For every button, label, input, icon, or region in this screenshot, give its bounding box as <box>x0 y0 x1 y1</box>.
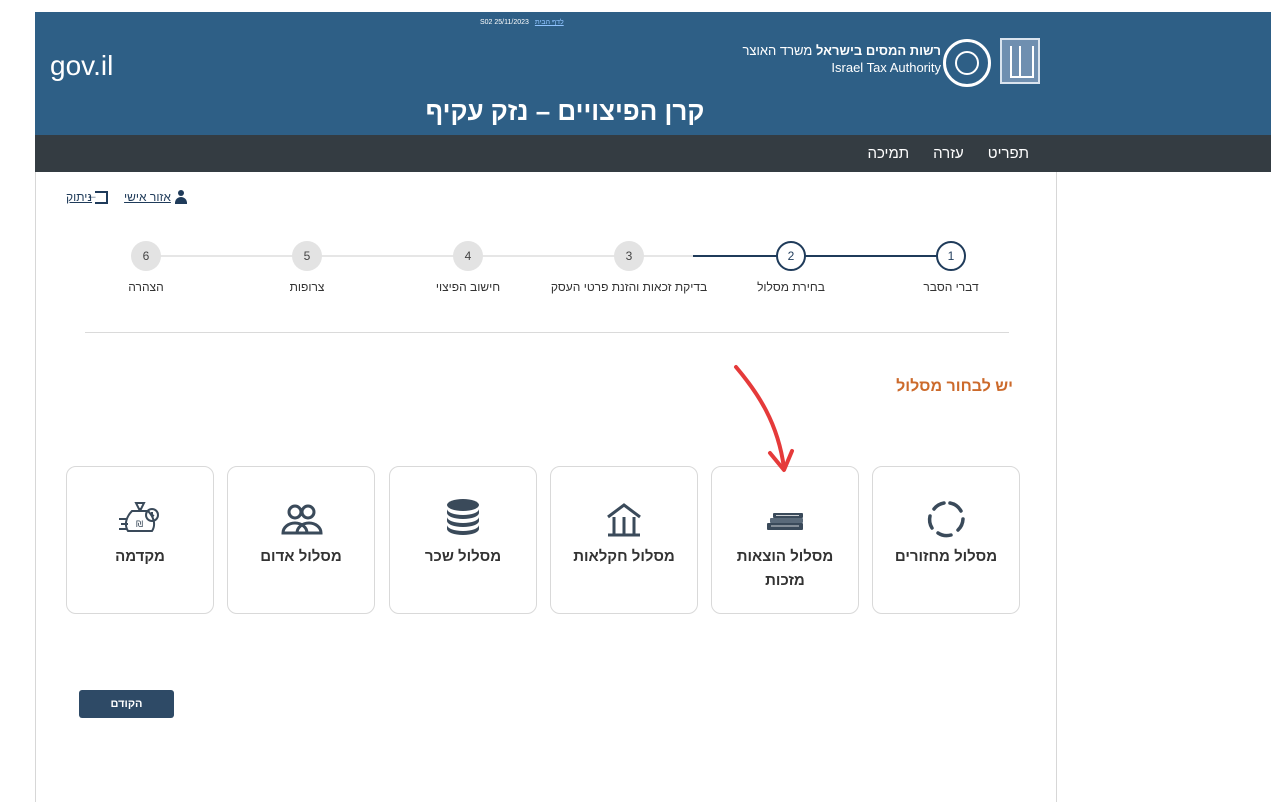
card-red-route[interactable]: מסלול אדום <box>227 466 375 614</box>
nav-menu[interactable]: תפריט <box>988 145 1029 162</box>
card-expenses-label: מסלול הוצאות מזכות <box>736 548 834 589</box>
build-date: S02 25/11/2023 <box>480 19 529 26</box>
stepper-divider <box>85 332 1009 333</box>
card-salary-label: מסלול שכר <box>424 548 502 565</box>
card-salary-route[interactable]: מסלול שכר <box>389 466 537 614</box>
step-6-label: הצהרה <box>128 280 164 294</box>
main-navbar: תפריט עזרה תמיכה <box>35 135 1271 172</box>
card-agriculture-label: מסלול חקלאות <box>573 548 675 565</box>
step-2-label: בחירת מסלול <box>757 280 825 294</box>
circular-arrows-icon <box>927 501 965 538</box>
house-icon <box>607 503 641 537</box>
step-2[interactable]: 2 <box>776 241 806 271</box>
coins-icon <box>447 499 479 535</box>
step-3-label: בדיקת זכאות והזנת פרטי העסק <box>550 280 708 294</box>
state-emblem-icon <box>1000 38 1040 84</box>
nav-support[interactable]: תמיכה <box>867 145 909 162</box>
card-red-route-label: מסלול אדום <box>260 548 342 565</box>
previous-button[interactable]: הקודם <box>79 690 174 718</box>
main-content: ניתוק אזור אישי 1 דברי הסבר 2 בחירת מסלו… <box>35 172 1057 802</box>
card-expenses-route[interactable]: מסלול הוצאות מזכות <box>711 466 859 614</box>
card-advance-label: מקדמה <box>115 548 165 565</box>
tax-authority-emblem-icon <box>943 39 991 87</box>
step-4[interactable]: 4 <box>453 241 483 271</box>
card-turnover-label: מסלול מחזורים <box>894 548 998 565</box>
choose-route-title: יש לבחור מסלול <box>896 378 1013 395</box>
step-4-label: חישוב הפיצוי <box>435 280 501 294</box>
step-6[interactable]: 6 <box>131 241 161 271</box>
ministry-name-he: משרד האוצר <box>742 43 813 58</box>
home-link[interactable]: לדף הבית <box>535 19 564 26</box>
authority-name-en: Israel Tax Authority <box>831 60 941 75</box>
card-turnover-route[interactable]: מסלול מחזורים <box>872 466 1020 614</box>
tax-authority-name: רשות המסים בישראל משרד האוצר Israel Tax … <box>715 42 941 76</box>
step-5-label: צרופות <box>289 280 325 294</box>
authority-name-he: רשות המסים בישראל <box>815 43 941 58</box>
card-advance-route[interactable]: ₪ מקדמה <box>66 466 214 614</box>
stepper-progress <box>693 255 951 257</box>
gov-il-logo[interactable]: gov.il <box>50 50 113 82</box>
header-meta: S02 25/11/2023 לדף הבית <box>480 19 564 26</box>
people-icon <box>281 504 323 535</box>
card-agriculture-route[interactable]: מסלול חקלאות <box>550 466 698 614</box>
svg-text:₪: ₪ <box>136 520 143 530</box>
wizard-stepper: 1 דברי הסבר 2 בחירת מסלול 3 בדיקת זכאות … <box>36 172 1058 342</box>
nav-help[interactable]: עזרה <box>933 145 964 162</box>
banknotes-icon <box>767 513 803 530</box>
money-bag-icon: ₪ <box>119 502 159 532</box>
step-1[interactable]: 1 <box>936 241 966 271</box>
step-3[interactable]: 3 <box>614 241 644 271</box>
route-cards: מסלול מחזורים מסלול הוצאות מזכות מסלול ח… <box>66 466 1021 614</box>
page-title: קרן הפיצויים – נזק עקיף <box>425 96 705 126</box>
annotation-arrow-icon <box>734 365 794 472</box>
step-5[interactable]: 5 <box>292 241 322 271</box>
site-header: S02 25/11/2023 לדף הבית gov.il רשות המסי… <box>35 12 1271 135</box>
step-1-label: דברי הסבר <box>923 280 979 294</box>
